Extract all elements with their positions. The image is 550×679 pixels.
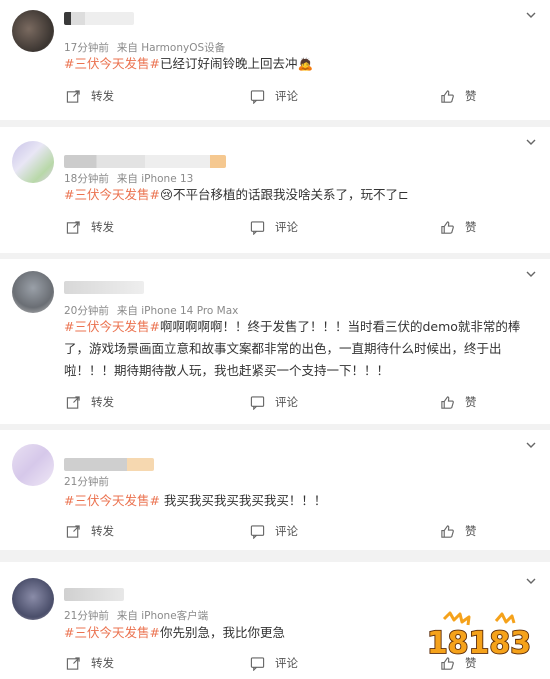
action-bar: 转发 评论 赞: [0, 394, 550, 414]
comment-text: 已经订好闹铃晚上回去冲: [159, 56, 298, 71]
avatar[interactable]: [12, 578, 54, 620]
thumbs-up-icon: [441, 220, 454, 234]
action-bar: 转发 评论 赞: [0, 219, 550, 239]
comment-text: 你先别急，我比你更急: [159, 625, 285, 640]
thumbs-up-icon: [441, 89, 454, 103]
repost-label: 转发: [91, 89, 114, 103]
chevron-down-icon[interactable]: [526, 269, 536, 279]
topic-link[interactable]: #三伏今天发售#: [64, 56, 160, 71]
comment-button[interactable]: 评论: [250, 219, 298, 235]
avatar[interactable]: [12, 10, 54, 52]
watermark-logo: 18183: [426, 611, 532, 661]
repost-label: 转发: [91, 524, 114, 538]
like-label: 赞: [465, 220, 477, 234]
like-label: 赞: [465, 89, 477, 103]
comment-label: 评论: [275, 89, 298, 103]
repost-button[interactable]: 转发: [66, 219, 114, 235]
like-label: 赞: [465, 395, 477, 409]
watermark-text: 18183: [427, 626, 531, 661]
like-button[interactable]: 赞: [440, 523, 477, 539]
repost-button[interactable]: 转发: [66, 88, 114, 104]
username-blurred[interactable]: [64, 281, 144, 294]
repost-label: 转发: [91, 220, 114, 234]
comment-meta: 21分钟前: [64, 474, 109, 489]
comment-meta: 21分钟前 来自 iPhone客户端: [64, 608, 208, 623]
comment-content: #三伏今天发售# 我买我买我买我买我买！！！: [64, 490, 530, 512]
comment-button[interactable]: 评论: [250, 523, 298, 539]
repost-label: 转发: [91, 395, 114, 409]
username-blurred[interactable]: [64, 155, 226, 168]
like-button[interactable]: 赞: [440, 88, 477, 104]
comment-icon: [250, 524, 265, 539]
comment-icon: [250, 656, 265, 671]
comment-content: #三伏今天发售#已经订好闹铃晚上回去冲🙇: [64, 53, 530, 75]
repost-button[interactable]: 转发: [66, 523, 114, 539]
thumbs-up-icon: [441, 395, 454, 409]
username-blurred[interactable]: [64, 458, 154, 471]
emoji: ⊏: [398, 187, 409, 202]
comment-icon: [250, 395, 265, 410]
topic-link[interactable]: #三伏今天发售#: [64, 625, 160, 640]
action-bar: 转发 评论 赞: [0, 523, 550, 543]
emoji: 🙇: [297, 56, 314, 71]
comment-text: 😢不平台移植的话跟我没啥关系了，玩不了: [159, 187, 398, 202]
comment-button[interactable]: 评论: [250, 655, 298, 671]
topic-link[interactable]: #三伏今天发售#: [64, 319, 160, 334]
like-button[interactable]: 赞: [440, 219, 477, 235]
avatar[interactable]: [12, 271, 54, 313]
comment-label: 评论: [275, 220, 298, 234]
like-button[interactable]: 赞: [440, 394, 477, 410]
comment-time: 21分钟前: [64, 476, 109, 488]
username-blurred[interactable]: [64, 12, 134, 25]
chevron-down-icon[interactable]: [526, 10, 536, 20]
thumbs-up-icon: [441, 524, 454, 538]
comment-button[interactable]: 评论: [250, 88, 298, 104]
comment-label: 评论: [275, 656, 298, 670]
comment-label: 评论: [275, 524, 298, 538]
chevron-down-icon[interactable]: [526, 576, 536, 586]
comment-source: 来自 iPhone客户端: [116, 610, 209, 622]
repost-label: 转发: [91, 656, 114, 670]
comment-card: 20分钟前 来自 iPhone 14 Pro Max #三伏今天发售#啊啊啊啊啊！…: [0, 259, 550, 424]
comment-card: 18分钟前 来自 iPhone 13 #三伏今天发售#😢不平台移植的话跟我没啥关系…: [0, 127, 550, 253]
repost-button[interactable]: 转发: [66, 394, 114, 410]
repost-icon: [66, 395, 80, 409]
comment-content: #三伏今天发售#😢不平台移植的话跟我没啥关系了，玩不了⊏: [64, 184, 530, 206]
comment-label: 评论: [275, 395, 298, 409]
chevron-down-icon[interactable]: [526, 440, 536, 450]
comment-button[interactable]: 评论: [250, 394, 298, 410]
comment-card: 17分钟前 来自 HarmonyOS设备 #三伏今天发售#已经订好闹铃晚上回去冲🙇…: [0, 0, 550, 120]
like-label: 赞: [465, 524, 477, 538]
repost-icon: [66, 89, 80, 103]
repost-button[interactable]: 转发: [66, 655, 114, 671]
topic-link[interactable]: #三伏今天发售#: [64, 493, 160, 508]
repost-icon: [66, 524, 80, 538]
username-blurred[interactable]: [64, 588, 124, 601]
topic-link[interactable]: #三伏今天发售#: [64, 187, 160, 202]
action-bar: 转发 评论 赞: [0, 88, 550, 108]
repost-icon: [66, 220, 80, 234]
comment-icon: [250, 89, 265, 104]
comment-text: 我买我买我买我买我买！！！: [159, 493, 327, 508]
repost-icon: [66, 656, 80, 670]
avatar[interactable]: [12, 444, 54, 486]
chevron-down-icon[interactable]: [526, 137, 536, 147]
comment-icon: [250, 220, 265, 235]
comment-time: 21分钟前: [64, 610, 109, 622]
comment-content: #三伏今天发售#啊啊啊啊啊！！终于发售了！！！当时看三伏的demo就非常的棒了，…: [64, 316, 530, 382]
avatar[interactable]: [12, 141, 54, 183]
comment-card: 21分钟前 #三伏今天发售# 我买我买我买我买我买！！！ 转发 评论 赞: [0, 430, 550, 550]
